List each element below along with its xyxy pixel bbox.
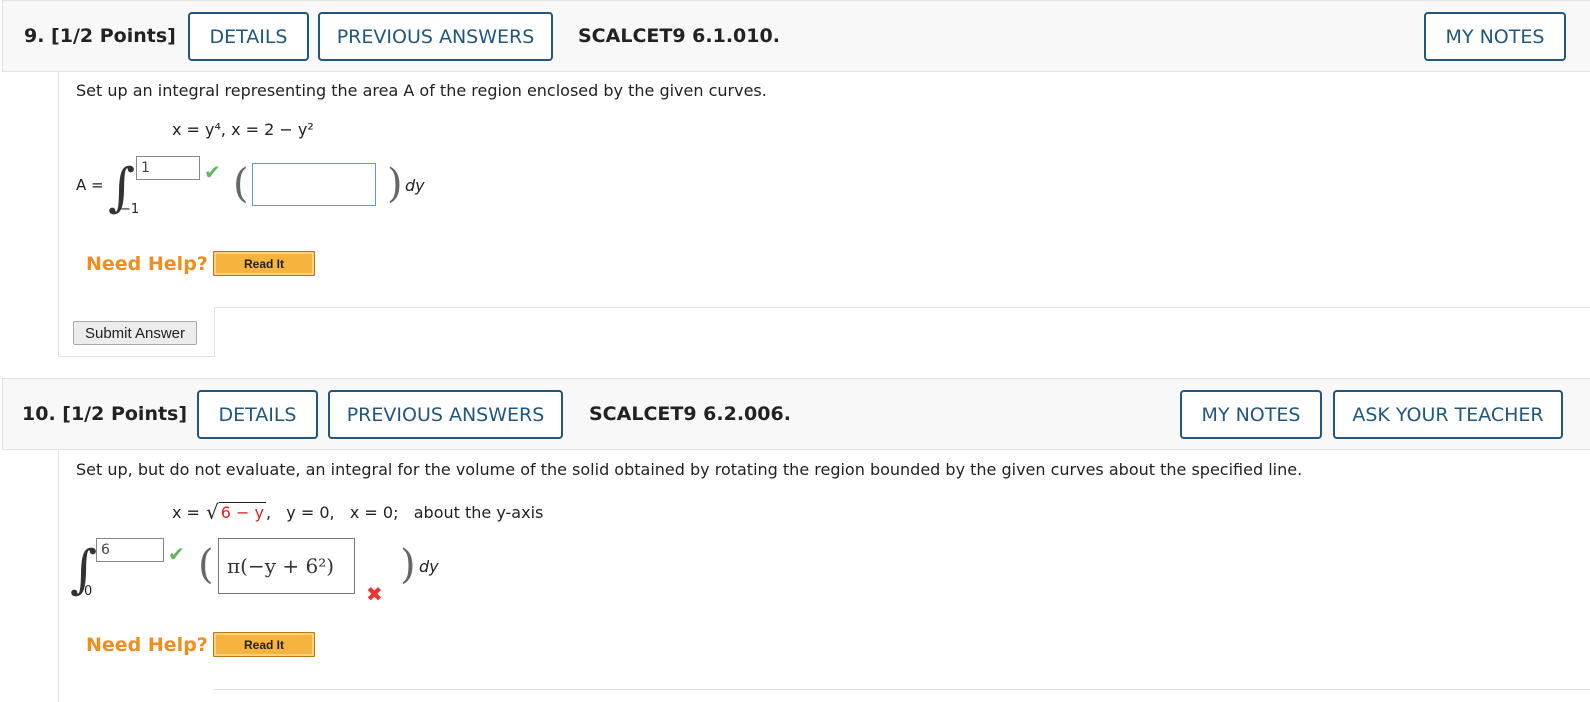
question-10-number: 10. [1/2 Points] bbox=[22, 403, 188, 425]
q9-read-it-button[interactable]: Read It bbox=[213, 251, 315, 276]
q10-my-notes-button[interactable]: MY NOTES bbox=[1180, 390, 1322, 439]
q9-right-paren: ) bbox=[387, 161, 403, 207]
question-9-number: 9. [1/2 Points] bbox=[24, 25, 176, 47]
q9-frame-bottom-line bbox=[58, 356, 215, 357]
q9-frame-vertical-line bbox=[214, 307, 215, 357]
q10-differential: dy bbox=[419, 557, 439, 576]
q9-integrand-input[interactable] bbox=[252, 163, 376, 206]
q10-integrand-input[interactable]: π(−y + 6²) bbox=[218, 538, 355, 594]
q9-lhs: A = bbox=[76, 176, 104, 194]
q9-my-notes-button[interactable]: MY NOTES bbox=[1424, 12, 1566, 61]
q10-lower-limit: 0 bbox=[84, 584, 93, 599]
q9-frame-left-line bbox=[58, 72, 59, 357]
q9-previous-answers-button[interactable]: PREVIOUS ANSWERS bbox=[318, 12, 553, 61]
q9-frame-top-line bbox=[214, 307, 1590, 308]
q9-differential: dy bbox=[405, 176, 425, 195]
q9-left-paren: ( bbox=[233, 161, 249, 207]
q9-upper-limit-input[interactable] bbox=[136, 156, 200, 180]
q10-need-help-label: Need Help? bbox=[86, 634, 208, 656]
q10-check-icon: ✔ bbox=[168, 542, 185, 566]
q9-submit-answer-button[interactable]: Submit Answer bbox=[73, 321, 197, 345]
q10-problem-code: SCALCET9 6.2.006. bbox=[589, 403, 791, 425]
q9-lower-limit: −1 bbox=[120, 202, 140, 217]
sqrt-icon: √ bbox=[205, 500, 219, 524]
question-9-header: 9. [1/2 Points] DETAILS PREVIOUS ANSWERS… bbox=[2, 0, 1590, 72]
q9-prompt: Set up an integral representing the area… bbox=[76, 81, 767, 100]
q9-curves: x = y⁴, x = 2 − y² bbox=[172, 120, 314, 139]
q9-check-icon: ✔ bbox=[204, 160, 221, 184]
q10-ask-your-teacher-button[interactable]: ASK YOUR TEACHER bbox=[1333, 390, 1563, 439]
q10-curves: x = √ 6 − y , y = 0, x = 0; about the y-… bbox=[172, 500, 544, 524]
q10-read-it-button[interactable]: Read It bbox=[213, 632, 315, 657]
q9-problem-code: SCALCET9 6.1.010. bbox=[578, 25, 780, 47]
q10-previous-answers-button[interactable]: PREVIOUS ANSWERS bbox=[328, 390, 563, 439]
q10-upper-limit-input[interactable] bbox=[96, 538, 164, 562]
q10-frame-left-line bbox=[58, 450, 59, 702]
question-10-header: 10. [1/2 Points] DETAILS PREVIOUS ANSWER… bbox=[2, 378, 1590, 450]
q10-x-icon: ✖ bbox=[366, 582, 383, 606]
q10-frame-bottom-line bbox=[214, 689, 1590, 690]
q10-left-paren: ( bbox=[198, 542, 214, 588]
q10-radicand: 6 − y bbox=[218, 502, 266, 522]
q10-prompt: Set up, but do not evaluate, an integral… bbox=[76, 460, 1303, 479]
q10-right-paren: ) bbox=[400, 542, 416, 588]
q10-details-button[interactable]: DETAILS bbox=[197, 390, 318, 439]
q9-details-button[interactable]: DETAILS bbox=[188, 12, 309, 61]
q9-need-help-label: Need Help? bbox=[86, 253, 208, 275]
